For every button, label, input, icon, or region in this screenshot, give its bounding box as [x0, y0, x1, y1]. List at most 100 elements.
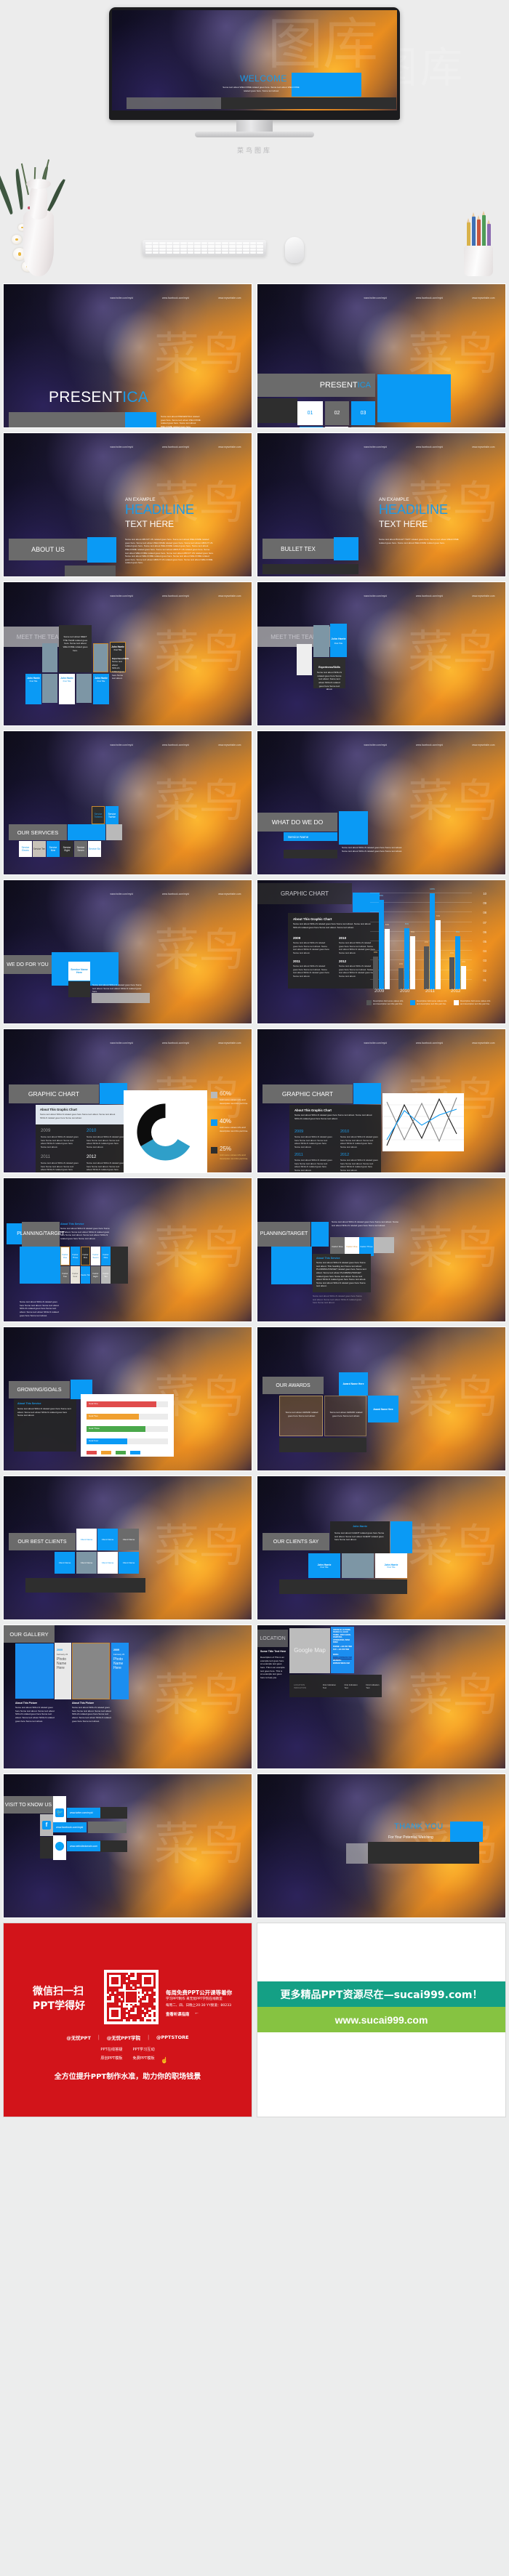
slide-we-do-for-you[interactable]: 菜鸟 www.twiter.com/myid www.facebook.com/… — [3, 880, 252, 1024]
client-logo[interactable]: Client Name — [76, 1529, 97, 1550]
slide-our-best-clients[interactable]: 菜鸟 OUR BEST CLIENTS Client Name Client N… — [3, 1476, 252, 1620]
service-tile[interactable]: Service Thirteen — [92, 806, 105, 824]
gallery-photo[interactable] — [15, 1643, 54, 1699]
service-card[interactable]: Service Name Here — [68, 962, 90, 981]
service-tile[interactable]: Service Six — [88, 841, 101, 857]
client-logo[interactable]: Client Name — [76, 1552, 97, 1574]
website-value[interactable]: WWW.MYWEB.COM — [333, 1662, 350, 1665]
tag-item[interactable]: 免费PPT模板 — [133, 2056, 155, 2061]
factor-tile[interactable]: Factor Eight — [91, 1266, 100, 1284]
tag-item[interactable]: PPT在线答疑 — [100, 2047, 122, 2052]
gallery-photo[interactable] — [72, 1643, 110, 1699]
social-website[interactable]: www.mywebsite.com — [218, 446, 241, 448]
factor-tile[interactable]: Factor Four — [71, 1266, 80, 1284]
award-card[interactable]: Award Name Here — [368, 1396, 398, 1422]
social-twitter[interactable]: www.twiter.com/myid — [111, 595, 133, 597]
slide-bullet-text[interactable]: 菜鸟 www.twiter.com/myid www.facebook.com/… — [257, 432, 506, 577]
email-value[interactable]: EMAIL@DOMAIN.COM — [333, 1657, 352, 1659]
slide-graphic-chart-line[interactable]: 菜鸟 www.twiter.com/myid www.facebook.com/… — [257, 1029, 506, 1173]
social-facebook[interactable]: www.facebook.com/myid — [416, 595, 443, 597]
service-name-bar[interactable]: Service Name — [284, 832, 337, 841]
client-logo[interactable]: Client Name — [97, 1529, 118, 1550]
social-website[interactable]: www.mywebsite.com — [472, 595, 494, 597]
social-facebook[interactable]: www.facebook.com/myid — [162, 595, 189, 597]
social-facebook[interactable]: www.facebook.com/myid — [162, 893, 189, 895]
service-tile[interactable]: Service Nine — [47, 841, 60, 857]
tag-item[interactable]: PPT学习互动 — [133, 2047, 155, 2052]
slide-title[interactable]: 菜鸟 www.twiter.com/myid www.facebook.com/… — [3, 283, 252, 428]
client-logo[interactable]: Client Name — [97, 1552, 118, 1574]
sucai-line-2[interactable]: www.sucai999.com — [335, 2014, 428, 2026]
team-card[interactable]: John Harrie Post Title — [59, 674, 75, 704]
slide-thank-you[interactable]: 菜鸟 THANK YOU For Your Potential Watching — [257, 1774, 506, 1918]
service-tile[interactable]: Service Eleven — [19, 841, 32, 857]
account-item[interactable]: @无忧PPT学院 — [107, 2034, 140, 2041]
social-twitter[interactable]: www.twiter.com/myid — [364, 1042, 387, 1045]
client-quote-tile[interactable]: John Harrie Post Title — [375, 1553, 407, 1578]
service-tile[interactable]: Service Ten — [33, 841, 46, 857]
account-item[interactable]: @PPTSTORE — [156, 2034, 189, 2040]
slide-about-us[interactable]: 菜鸟 www.twiter.com/myid www.facebook.com/… — [3, 432, 252, 577]
social-facebook[interactable]: www.facebook.com/myid — [416, 297, 443, 299]
social-website[interactable]: www.mywebsite.com — [218, 595, 241, 597]
slide-graphic-chart-donut[interactable]: 菜鸟 www.twiter.com/myid www.facebook.com/… — [3, 1029, 252, 1173]
factor-tile[interactable]: Factor Two — [60, 1266, 70, 1284]
facebook-icon[interactable]: f — [42, 1821, 51, 1830]
social-facebook[interactable]: www.facebook.com/myid — [162, 744, 189, 746]
team-card[interactable]: John Harrie Post Title — [93, 674, 109, 704]
slide-meet-the-team[interactable]: 菜鸟 www.twiter.com/myid www.facebook.com/… — [3, 581, 252, 726]
award-card[interactable]: Award Name Here — [339, 1372, 368, 1396]
client-logo[interactable]: Client Name — [55, 1552, 75, 1574]
slide-visit-to-know-us[interactable]: 菜鸟 VISIT TO KNOW US 🐦 www.twiter.com/myi… — [3, 1774, 252, 1918]
social-website[interactable]: www.mywebsite.com — [218, 744, 241, 746]
social-website[interactable]: www.mywebsite.com — [218, 1042, 241, 1045]
social-link-twitter[interactable]: www.twiter.com/myid — [67, 1808, 100, 1818]
client-logo[interactable]: Client Name — [119, 1529, 139, 1550]
social-website[interactable]: www.mywebsite.com — [472, 744, 494, 746]
factor-tile[interactable]: Factor Ten — [101, 1266, 111, 1284]
slide-our-gallery[interactable]: 菜鸟 OUR GALLERY 2009 February 23 Photo Na… — [3, 1625, 252, 1769]
slide-planning-target[interactable]: 菜鸟 PLANNING/TARGET About This Service So… — [3, 1178, 252, 1322]
agenda-item-02[interactable]: 02 — [325, 401, 349, 425]
social-twitter[interactable]: www.twiter.com/myid — [111, 297, 133, 299]
social-facebook[interactable]: www.facebook.com/myid — [416, 1042, 443, 1045]
team-card[interactable]: John Harrie Post Title Expertness/Skills… — [110, 642, 129, 680]
social-twitter[interactable]: www.twiter.com/myid — [111, 893, 133, 895]
social-twitter[interactable]: www.twiter.com/myid — [111, 1042, 133, 1045]
slide-team-profile[interactable]: 菜鸟 www.twiter.com/myid www.facebook.com/… — [257, 581, 506, 726]
social-website[interactable]: www.mywebsite.com — [472, 446, 494, 448]
slide-our-services[interactable]: 菜鸟 www.twiter.com/myid www.facebook.com/… — [3, 730, 252, 875]
slide-graphic-chart-bar[interactable]: GRAPHIC CHART About This Graphic Chart S… — [257, 880, 506, 1024]
account-item[interactable]: @无忧PPT — [66, 2034, 90, 2041]
client-logo[interactable]: Client Name — [119, 1552, 139, 1574]
service-tile[interactable]: Service Eight — [60, 841, 73, 857]
social-twitter[interactable]: www.twiter.com/myid — [364, 297, 387, 299]
slide-planning-target-alt[interactable]: 菜鸟 PLANNING/TARGET Some text about SKILL… — [257, 1178, 506, 1322]
twitter-icon[interactable]: 🐦 — [55, 1808, 64, 1817]
award-tile[interactable]: Some text about AWARD related goes here … — [279, 1396, 323, 1436]
slide-our-clients-say[interactable]: 菜鸟 OUR CLIENTS SAY John Harrie Some text… — [257, 1476, 506, 1620]
slide-location[interactable]: 菜鸟 LOCATION Google Map HOUSE 82, SUTOMD,… — [257, 1625, 506, 1769]
team-card[interactable]: John Harrie Post Title — [25, 674, 41, 704]
agenda-item-05[interactable] — [325, 427, 348, 428]
promo-right-line3[interactable]: 查看听课指南 — [166, 2011, 189, 2017]
slide-our-awards[interactable]: 菜鸟 OUR AWARDS Award Name Here Some text … — [257, 1327, 506, 1471]
social-facebook[interactable]: www.facebook.com/myid — [416, 744, 443, 746]
gallery-caption-card[interactable]: 2009 February 23 Photo Name Here — [55, 1643, 71, 1699]
slide-agenda[interactable]: 菜鸟 www.twiter.com/myid www.facebook.com/… — [257, 283, 506, 428]
social-twitter[interactable]: www.twiter.com/myid — [364, 744, 387, 746]
social-facebook[interactable]: www.facebook.com/myid — [416, 446, 443, 448]
slide-growing-goals[interactable]: 菜鸟 GROWING/GOALS About This Service Some… — [3, 1327, 252, 1471]
social-link-website[interactable]: www.websitedomain.com — [67, 1841, 100, 1851]
agenda-item-04[interactable] — [300, 427, 323, 428]
factor-tile[interactable]: Factor Six — [81, 1266, 90, 1284]
factor-tile[interactable]: Factor Nine — [101, 1247, 111, 1265]
social-twitter[interactable]: www.twiter.com/myid — [111, 744, 133, 746]
social-facebook[interactable]: www.facebook.com/myid — [162, 446, 189, 448]
map-placeholder[interactable]: Google Map — [289, 1628, 330, 1673]
factor-tile[interactable]: Factor Five — [81, 1247, 90, 1265]
social-website[interactable]: www.mywebsite.com — [218, 893, 241, 895]
social-twitter[interactable]: www.twiter.com/myid — [111, 446, 133, 448]
social-link-facebook[interactable]: www.facebook.com/myid — [53, 1822, 87, 1832]
social-website[interactable]: www.mywebsite.com — [218, 297, 241, 299]
